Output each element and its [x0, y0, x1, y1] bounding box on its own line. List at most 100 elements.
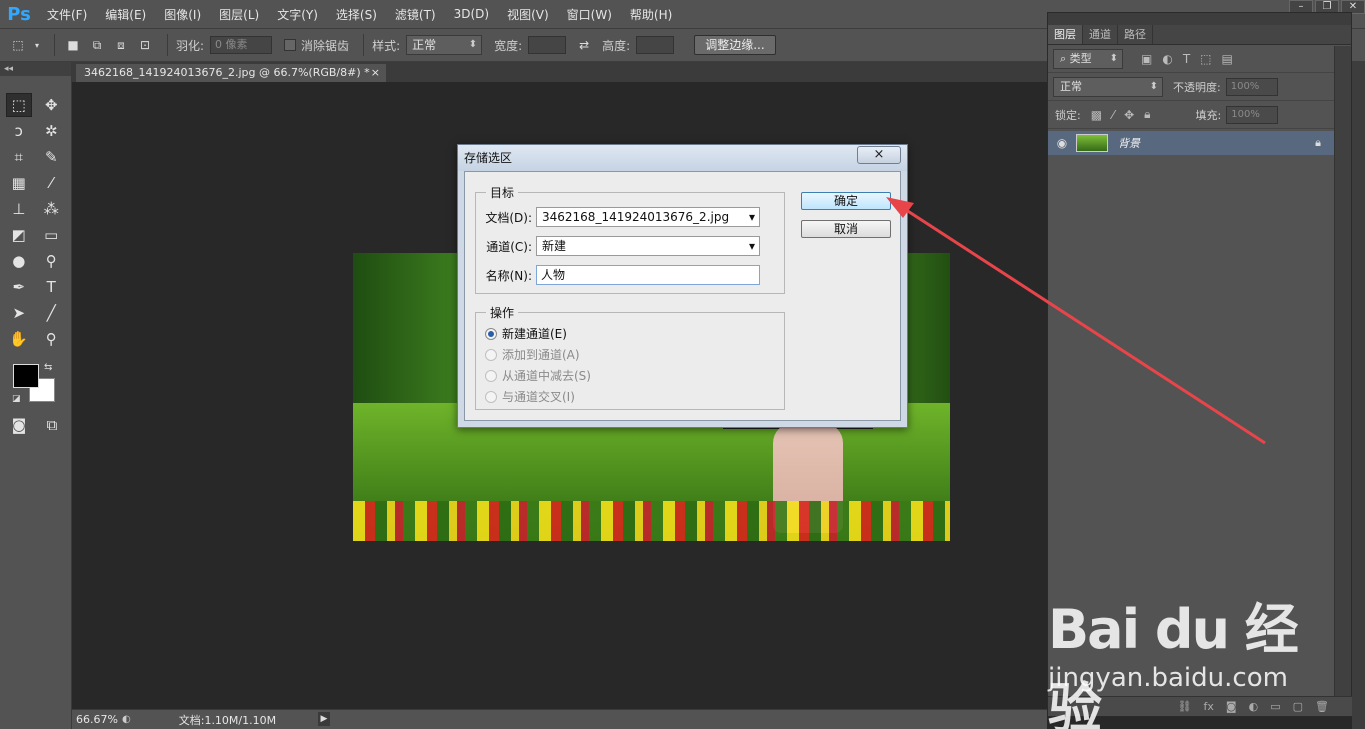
status-menu-arrow-icon[interactable]: ▶ [318, 712, 330, 726]
layer-name[interactable]: 背景 [1118, 135, 1140, 151]
default-colors-icon[interactable]: ◪ [12, 394, 21, 404]
ok-button[interactable]: 确定 [801, 192, 891, 210]
layer-filter-select[interactable]: ⌕ 类型 [1053, 48, 1123, 69]
style-label: 样式: [372, 38, 401, 53]
menu-type[interactable]: 文字(Y) [268, 6, 327, 23]
hand-icon[interactable]: ✋ [6, 327, 32, 351]
search-icon: ⌕ [1060, 51, 1070, 65]
lock-transparent-icon[interactable]: ▩ [1091, 108, 1102, 122]
gradient-icon[interactable]: ▭ [39, 223, 65, 247]
fill-input[interactable]: 100% [1226, 105, 1279, 124]
healing-brush-icon[interactable]: ▦ [6, 171, 32, 195]
marquee-tool-preset-icon[interactable]: ⬚ [8, 35, 28, 55]
antialias-label: 消除锯齿 [301, 38, 350, 53]
subtract-from-selection-icon[interactable]: ⧈ [111, 35, 131, 55]
filter-type-icon[interactable]: T [1183, 52, 1190, 66]
width-input[interactable] [528, 36, 567, 54]
blur-icon[interactable]: ● [6, 249, 32, 273]
clone-stamp-icon[interactable]: ⊥ [6, 197, 32, 221]
layers-scrollbar[interactable] [1334, 46, 1351, 696]
cancel-button[interactable]: 取消 [801, 220, 891, 238]
foreground-color-swatch[interactable] [13, 364, 39, 388]
radio-disabled [485, 369, 497, 382]
tab-layers[interactable]: 图层 [1048, 25, 1083, 44]
eraser-icon[interactable]: ◩ [6, 223, 32, 247]
document-tab[interactable]: 3462168_141924013676_2.jpg @ 66.7%(RGB/8… [76, 64, 386, 82]
filter-smart-object-icon[interactable]: ▤ [1222, 52, 1233, 66]
radio-disabled [485, 348, 497, 361]
operation-label: 与通道交叉(I) [502, 390, 575, 404]
style-select[interactable]: 正常 [406, 35, 483, 55]
lock-image-icon[interactable]: ⁄ [1112, 108, 1114, 122]
blend-mode-select[interactable]: 正常 [1053, 76, 1163, 97]
zoom-icon[interactable]: ⚲ [39, 327, 65, 351]
refine-edge-button[interactable]: 调整边缘... [694, 35, 776, 55]
dialog-close-button[interactable]: × [857, 146, 901, 164]
operation-new-channel[interactable]: 新建通道(E) [485, 325, 567, 342]
radio-selected[interactable] [485, 327, 497, 340]
eyedropper-icon[interactable]: ✎ [39, 145, 65, 169]
dodge-icon[interactable]: ⚲ [39, 249, 65, 273]
menu-edit[interactable]: 编辑(E) [96, 6, 155, 23]
intersect-selection-icon[interactable]: ⊡ [135, 35, 155, 55]
opacity-input[interactable]: 100% [1225, 77, 1278, 96]
height-input[interactable] [636, 36, 675, 54]
layer-row-background[interactable]: ◉ 背景 🔒︎ [1048, 131, 1335, 155]
tab-paths[interactable]: 路径 [1118, 25, 1153, 44]
delete-layer-icon[interactable]: 🗑︎ [1315, 700, 1329, 713]
filter-adjustment-icon[interactable]: ◐ [1162, 52, 1172, 66]
screen-mode-icon[interactable]: ⧉ [39, 413, 65, 437]
panel-header [1048, 13, 1351, 25]
dialog-title: 存储选区 [458, 145, 907, 171]
operation-label: 新建通道(E) [502, 327, 567, 341]
menu-view[interactable]: 视图(V) [498, 6, 558, 23]
lasso-icon[interactable]: ↄ [6, 119, 32, 143]
status-info-icon[interactable]: ◐ [122, 714, 131, 725]
zoom-level[interactable]: 66.67% [72, 712, 122, 728]
quick-mask-icon[interactable]: ◙ [6, 413, 32, 437]
name-input[interactable]: 人物 [536, 265, 760, 285]
menu-3d[interactable]: 3D(D) [445, 7, 498, 21]
move-tool-icon[interactable]: ✥ [39, 93, 64, 117]
path-selection-icon[interactable]: ➤ [6, 301, 32, 325]
rectangular-marquee-icon[interactable]: ⬚ [6, 93, 32, 117]
line-icon[interactable]: ╱ [39, 301, 65, 325]
document-select[interactable]: 3462168_141924013676_2.jpg [536, 207, 760, 227]
menu-layer[interactable]: 图层(L) [210, 6, 268, 23]
channel-select[interactable]: 新建 [536, 236, 760, 256]
lock-position-icon[interactable]: ✥ [1124, 108, 1134, 122]
radio-disabled [485, 390, 497, 403]
swap-colors-icon[interactable]: ⇆ [44, 362, 52, 373]
lock-all-icon[interactable]: 🔒︎ [1144, 107, 1150, 122]
brush-icon[interactable]: ⁄ [39, 171, 65, 195]
type-icon[interactable]: T [39, 275, 65, 299]
new-selection-icon[interactable]: ■ [63, 35, 83, 55]
panel-collapse-strip[interactable] [1352, 62, 1365, 729]
add-to-selection-icon[interactable]: ⧉ [87, 35, 107, 55]
filter-pixel-icon[interactable]: ▣ [1141, 52, 1152, 66]
menu-help[interactable]: 帮助(H) [621, 6, 681, 23]
pen-icon[interactable]: ✒ [6, 275, 32, 299]
crop-icon[interactable]: ⌗ [6, 145, 32, 169]
menu-filter[interactable]: 滤镜(T) [386, 6, 445, 23]
toolbar-collapse-icon[interactable]: ◂◂ [0, 62, 71, 76]
menu-image[interactable]: 图像(I) [155, 6, 210, 23]
menu-file[interactable]: 文件(F) [38, 6, 96, 23]
layer-filter-row: ⌕ 类型 ▣ ◐ T ⬚ ▤ [1048, 45, 1351, 73]
visibility-eye-icon[interactable]: ◉ [1048, 136, 1076, 150]
menu-window[interactable]: 窗口(W) [558, 6, 621, 23]
document-label: 文档(D): [485, 210, 532, 225]
menu-select[interactable]: 选择(S) [327, 6, 386, 23]
swap-dimensions-icon[interactable]: ⇄ [574, 35, 594, 55]
history-brush-icon[interactable]: ⁂ [39, 197, 65, 221]
feather-input[interactable]: 0 像素 [210, 36, 273, 54]
dropdown-caret-icon[interactable]: ▾ [32, 35, 42, 55]
tab-channels[interactable]: 通道 [1083, 25, 1118, 44]
antialias-checkbox[interactable] [284, 39, 297, 51]
magic-wand-icon[interactable]: ✲ [39, 119, 65, 143]
width-label: 宽度: [494, 38, 523, 53]
status-bar: 66.67% ◐ 文档:1.10M/1.10M ▶ [72, 709, 1047, 729]
operation-subtract-from-channel: 从通道中减去(S) [485, 367, 591, 384]
close-tab-icon[interactable]: × [371, 64, 380, 82]
filter-shape-icon[interactable]: ⬚ [1200, 52, 1211, 66]
